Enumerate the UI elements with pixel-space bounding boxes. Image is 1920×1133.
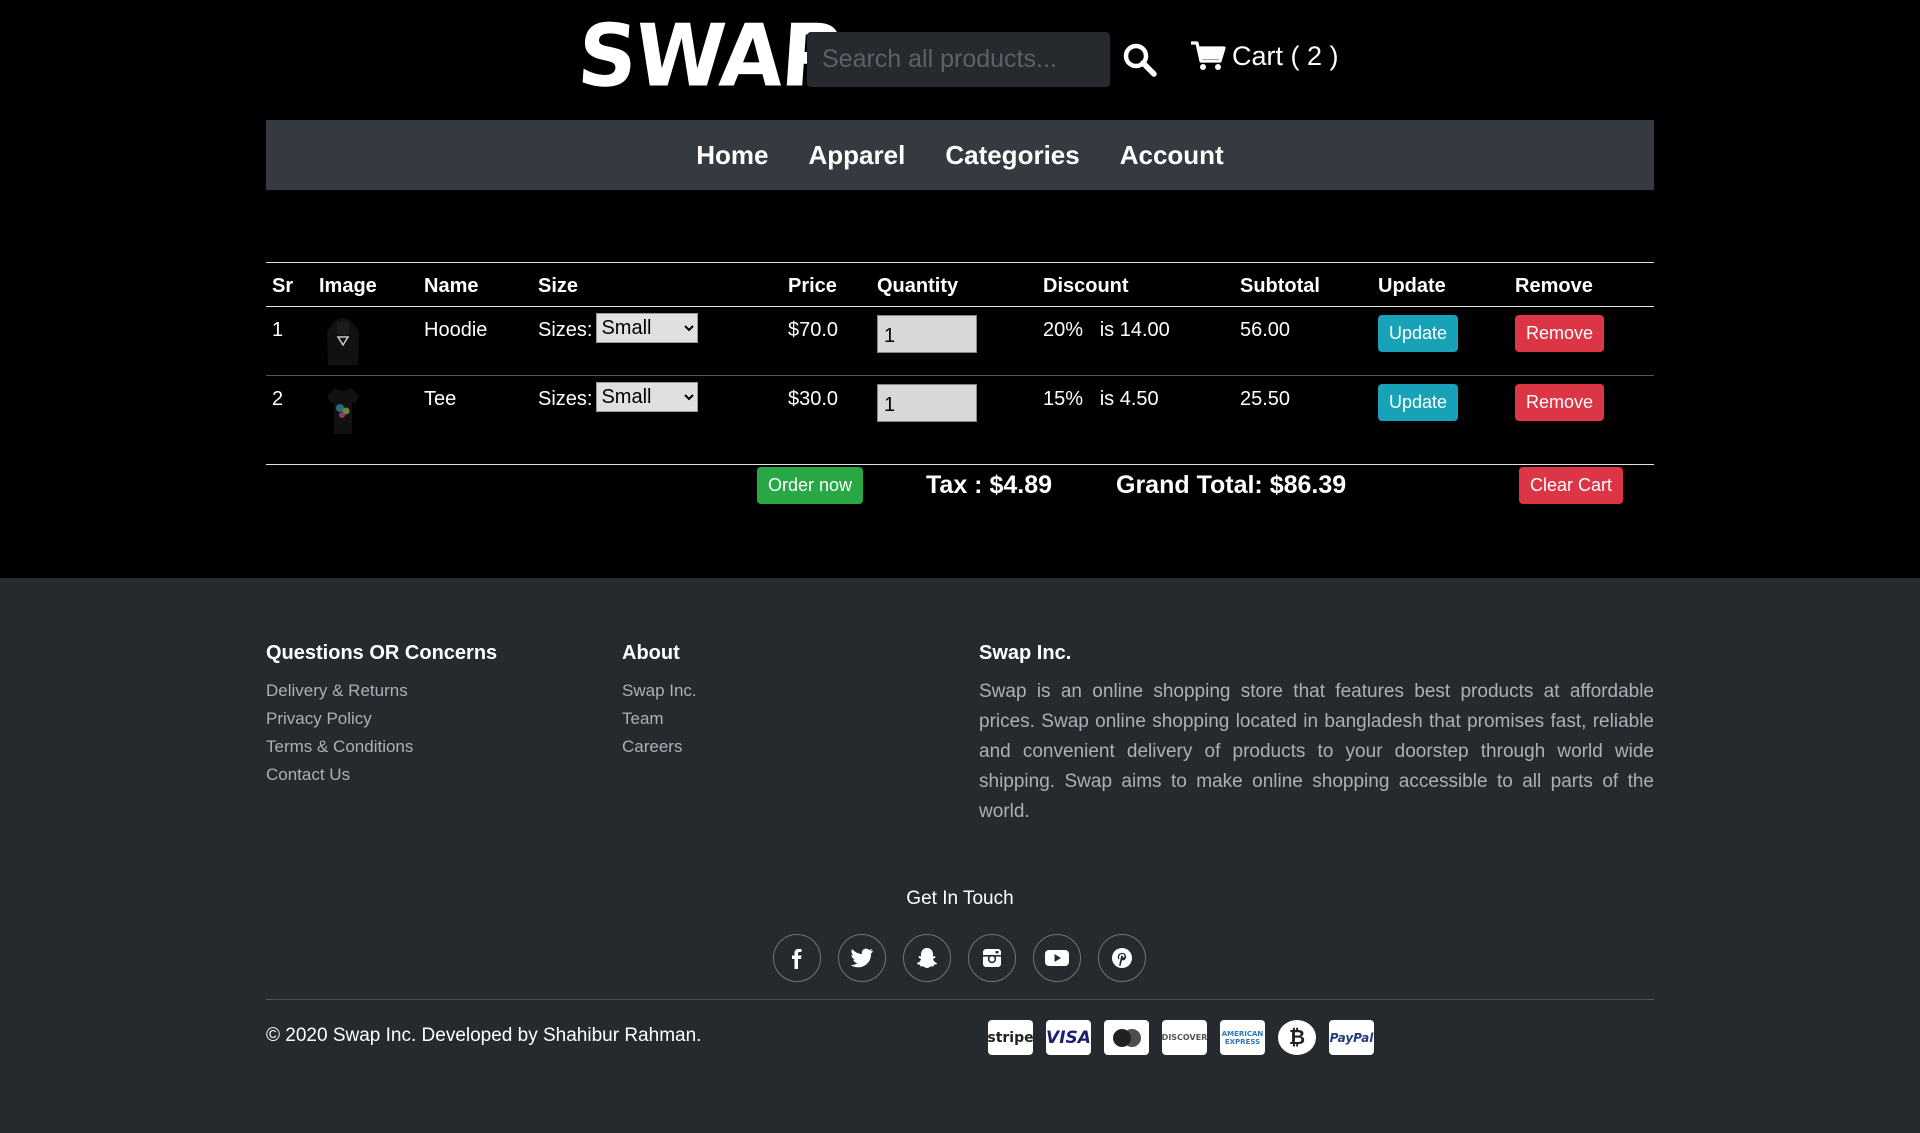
remove-button[interactable]: Remove <box>1515 315 1605 352</box>
twitter-icon[interactable] <box>838 934 886 982</box>
footer-col-company: Swap Inc. Swap is an online shopping sto… <box>979 642 1654 827</box>
bitcoin-icon: ₿ <box>1278 1020 1316 1055</box>
visa-icon: VISA <box>1046 1020 1091 1055</box>
col-header-name: Name <box>418 262 532 307</box>
discover-icon: DISCOVER <box>1162 1020 1207 1055</box>
quantity-input[interactable] <box>877 315 977 353</box>
footer-link-swap-inc[interactable]: Swap Inc. <box>622 677 922 705</box>
size-select[interactable]: Small <box>596 382 699 412</box>
table-header-row: Sr Image Name Size Price Quantity Discou… <box>266 262 1654 307</box>
table-row: 2 Tee Sizes:Small $30.0 15% is 4.50 25.5… <box>266 375 1654 465</box>
site-logo[interactable]: SWAP <box>575 7 843 107</box>
social-links <box>773 934 1146 982</box>
col-header-image: Image <box>313 262 418 307</box>
footer-col-concerns: Questions OR Concerns Delivery & Returns… <box>266 642 606 789</box>
table-row: 1 Hoodie Sizes:Small $70.0 20% is 14.00 … <box>266 306 1654 376</box>
facebook-icon[interactable] <box>773 934 821 982</box>
footer-link-terms[interactable]: Terms & Conditions <box>266 733 606 761</box>
tax-amount: Tax : $4.89 <box>926 471 1053 499</box>
update-button[interactable]: Update <box>1378 315 1459 352</box>
company-description: Swap is an online shopping store that fe… <box>979 681 1654 822</box>
col-header-quantity: Quantity <box>871 262 1037 307</box>
footer-link-privacy[interactable]: Privacy Policy <box>266 705 606 733</box>
footer-link-contact[interactable]: Contact Us <box>266 761 606 789</box>
col-header-sr: Sr <box>266 262 313 307</box>
col-header-update: Update <box>1372 262 1509 307</box>
size-label: Sizes: <box>538 388 593 410</box>
get-in-touch-heading: Get In Touch <box>906 888 1014 909</box>
order-now-button[interactable]: Order now <box>757 467 864 504</box>
footer-link-delivery[interactable]: Delivery & Returns <box>266 677 606 705</box>
payment-methods: stripe VISA DISCOVER AMERICAN EXPRESS ₿ … <box>987 1020 1374 1055</box>
discount-percent: 20% <box>1043 319 1084 341</box>
row-sr: 1 <box>266 306 313 376</box>
shopping-cart-icon <box>1191 41 1226 70</box>
discount-amount: is 4.50 <box>1099 388 1159 410</box>
row-sr: 2 <box>266 375 313 465</box>
cart-link[interactable]: Cart ( 2 ) <box>1190 40 1339 72</box>
footer: Questions OR Concerns Delivery & Returns… <box>0 578 1920 1133</box>
footer-heading: Questions OR Concerns <box>266 642 498 664</box>
hoodie-thumbnail[interactable] <box>323 315 363 367</box>
grand-total: Grand Total: $86.39 <box>1116 471 1347 499</box>
cart-summary: Order now Tax : $4.89 Grand Total: $86.3… <box>0 465 1920 525</box>
col-header-subtotal: Subtotal <box>1234 262 1372 307</box>
footer-col-about: About Swap Inc. Team Careers <box>622 642 922 761</box>
youtube-icon[interactable] <box>1033 934 1081 982</box>
nav-home[interactable]: Home <box>696 140 768 171</box>
pinterest-icon[interactable] <box>1098 934 1146 982</box>
cart-label: Cart ( 2 ) <box>1232 40 1339 71</box>
instagram-icon[interactable] <box>968 934 1016 982</box>
row-price: $70.0 <box>782 306 871 376</box>
nav-categories[interactable]: Categories <box>945 140 1079 171</box>
footer-link-careers[interactable]: Careers <box>622 733 922 761</box>
footer-heading: Swap Inc. <box>979 642 1072 664</box>
size-select[interactable]: Small <box>596 313 699 343</box>
footer-link-team[interactable]: Team <box>622 705 922 733</box>
cart-table: Sr Image Name Size Price Quantity Discou… <box>266 262 1654 465</box>
nav-apparel[interactable]: Apparel <box>809 140 906 171</box>
clear-cart-button[interactable]: Clear Cart <box>1519 467 1624 504</box>
tee-thumbnail[interactable] <box>323 384 363 436</box>
stripe-icon: stripe <box>987 1020 1034 1055</box>
size-label: Sizes: <box>538 319 593 341</box>
update-button[interactable]: Update <box>1378 384 1459 421</box>
remove-button[interactable]: Remove <box>1515 384 1605 421</box>
quantity-input[interactable] <box>877 384 977 422</box>
row-name: Tee <box>418 375 532 465</box>
discount-amount: is 14.00 <box>1099 319 1170 341</box>
footer-heading: About <box>622 642 680 664</box>
col-header-remove: Remove <box>1509 262 1654 307</box>
row-subtotal: 56.00 <box>1234 306 1372 376</box>
col-header-size: Size <box>532 262 782 307</box>
row-name: Hoodie <box>418 306 532 376</box>
col-header-discount: Discount <box>1037 262 1234 307</box>
copyright-text: © 2020 Swap Inc. Developed by Shahibur R… <box>266 1025 702 1046</box>
main-nav: Home Apparel Categories Account <box>266 120 1654 190</box>
snapchat-icon[interactable] <box>903 934 951 982</box>
discount-percent: 15% <box>1043 388 1084 410</box>
search-icon[interactable] <box>1122 42 1158 78</box>
search-input[interactable] <box>807 32 1110 87</box>
mastercard-icon <box>1104 1020 1149 1055</box>
col-header-price: Price <box>782 262 871 307</box>
paypal-icon: PayPal <box>1329 1020 1374 1055</box>
row-price: $30.0 <box>782 375 871 465</box>
nav-account[interactable]: Account <box>1120 140 1224 171</box>
row-subtotal: 25.50 <box>1234 375 1372 465</box>
header: SWAP Cart ( 2 ) <box>0 0 1920 120</box>
footer-divider <box>266 999 1654 1000</box>
amex-icon: AMERICAN EXPRESS <box>1220 1020 1265 1055</box>
